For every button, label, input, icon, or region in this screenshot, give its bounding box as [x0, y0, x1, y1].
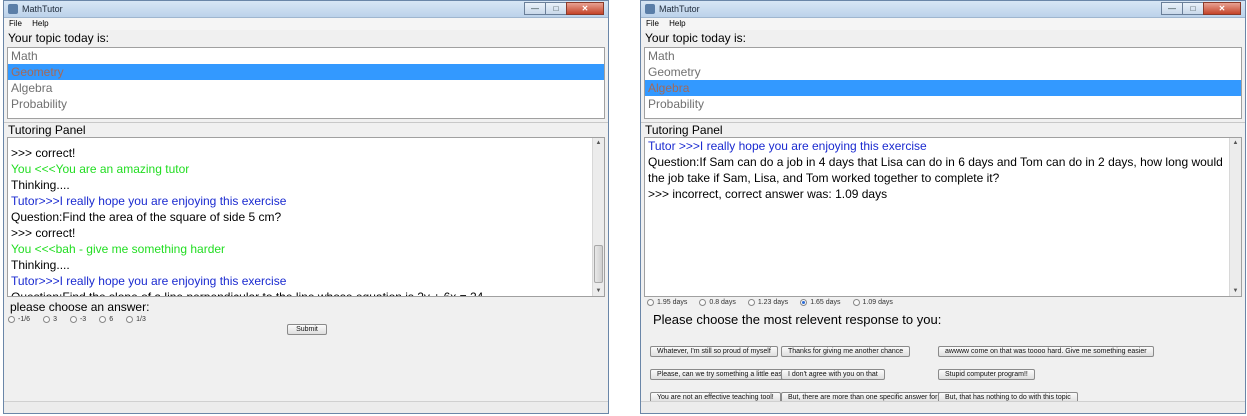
topic-item-geometry[interactable]: Geometry	[645, 64, 1241, 80]
chat-line-tutor: Tutor>>>I really hope you are enjoying t…	[11, 194, 287, 208]
topic-label: Your topic today is:	[645, 31, 746, 45]
response-button[interactable]: Thanks for giving me another chance	[781, 346, 911, 357]
app-icon	[645, 4, 655, 14]
chat-line-user: You <<<You are an amazing tutor	[11, 162, 190, 176]
radio-icon[interactable]	[699, 299, 707, 306]
topic-item-math[interactable]: Math	[8, 48, 604, 64]
radio-icon[interactable]	[99, 316, 107, 323]
window-title: MathTutor	[659, 4, 700, 14]
response-button[interactable]: I don't agree with you on that	[781, 369, 885, 380]
chat-line-tutor: Tutor >>>I really hope you are enjoying …	[648, 139, 927, 153]
answer-options: 1.95 days 0.8 days 1.23 days 1.65 days 1…	[641, 299, 1245, 306]
menu-file[interactable]: File	[646, 19, 659, 28]
app-icon	[8, 4, 18, 14]
mathtutor-window-left: MathTutor — □ ✕ File Help Your topic tod…	[3, 0, 609, 414]
chat-line-tutor: Tutor>>>I really hope you are enjoying t…	[11, 274, 287, 288]
chat-log[interactable]: >>> correct! You <<<You are an amazing t…	[7, 137, 605, 297]
menu-bar: File Help	[4, 18, 608, 30]
answer-option[interactable]: -3	[69, 316, 86, 323]
scroll-down-icon[interactable]: ▼	[593, 286, 604, 296]
submit-button[interactable]: Submit	[287, 324, 327, 335]
scroll-down-icon[interactable]: ▼	[1230, 286, 1241, 296]
mathtutor-window-right: MathTutor — □ ✕ File Help Your topic tod…	[640, 0, 1246, 414]
radio-icon[interactable]	[43, 316, 51, 323]
response-prompt: Please choose the most relevent response…	[653, 312, 942, 327]
answer-option[interactable]: 3	[43, 316, 57, 323]
chat-line-user: You <<<bah - give me something harder	[11, 242, 226, 256]
topic-item-math[interactable]: Math	[645, 48, 1241, 64]
minimize-icon[interactable]: —	[1161, 2, 1183, 15]
response-button[interactable]: Stupid computer program!!	[938, 369, 1035, 380]
status-bar	[641, 401, 1245, 413]
answer-option[interactable]: 1.95 days	[647, 299, 687, 306]
answer-option-selected[interactable]: 1.65 days	[800, 299, 841, 306]
radio-icon[interactable]	[852, 299, 860, 306]
chat-line-partial	[11, 138, 590, 145]
maximize-icon[interactable]: □	[545, 2, 567, 15]
answer-prompt: please choose an answer:	[10, 300, 150, 314]
menu-bar: File Help	[641, 18, 1245, 30]
radio-icon[interactable]	[747, 299, 755, 306]
answer-options: -1/6 3 -3 6 1/3	[4, 316, 608, 323]
radio-icon[interactable]	[647, 299, 654, 306]
close-icon[interactable]: ✕	[1203, 2, 1241, 15]
scroll-up-icon[interactable]: ▲	[1230, 138, 1241, 148]
answer-option[interactable]: 1/3	[126, 316, 146, 323]
tutoring-panel-label: Tutoring Panel	[4, 122, 608, 137]
topic-list[interactable]: Math Geometry Algebra Probability	[7, 47, 605, 119]
topic-label: Your topic today is:	[8, 31, 109, 45]
chat-scrollbar[interactable]: ▲ ▼	[592, 138, 604, 296]
topic-item-probability[interactable]: Probability	[8, 96, 604, 112]
title-bar: MathTutor — □ ✕	[4, 1, 608, 18]
chat-log[interactable]: Tutor >>>I really hope you are enjoying …	[644, 137, 1242, 297]
response-button[interactable]: Whatever, I'm still so proud of myself	[650, 346, 778, 357]
response-button[interactable]: awwww come on that was toooo hard. Give …	[938, 346, 1154, 357]
window-title: MathTutor	[22, 4, 63, 14]
scroll-up-icon[interactable]: ▲	[593, 138, 604, 148]
radio-icon[interactable]	[800, 299, 808, 306]
response-button[interactable]: Please, can we try something a little ea…	[650, 369, 801, 380]
chat-line: Question:Find the slope of a line perpen…	[11, 290, 487, 297]
tutoring-panel-label: Tutoring Panel	[641, 122, 1245, 137]
maximize-icon[interactable]: □	[1182, 2, 1204, 15]
chat-line: Question:If Sam can do a job in 4 days t…	[648, 155, 1223, 185]
topic-list[interactable]: Math Geometry Algebra Probability	[644, 47, 1242, 119]
chat-line: Question:Find the area of the square of …	[11, 210, 282, 224]
title-bar: MathTutor — □ ✕	[641, 1, 1245, 18]
close-icon[interactable]: ✕	[566, 2, 604, 15]
topic-item-probability[interactable]: Probability	[645, 96, 1241, 112]
answer-option[interactable]: 1.23 days	[747, 299, 788, 306]
radio-icon[interactable]	[8, 316, 15, 323]
answer-option[interactable]: 1.09 days	[852, 299, 893, 306]
radio-icon[interactable]	[126, 316, 134, 323]
chat-scrollbar[interactable]: ▲ ▼	[1229, 138, 1241, 296]
answer-option[interactable]: 6	[99, 316, 113, 323]
radio-icon[interactable]	[69, 316, 77, 323]
chat-line: >>> incorrect, correct answer was: 1.09 …	[648, 187, 888, 201]
answer-option[interactable]: 0.8 days	[699, 299, 736, 306]
chat-line: Thinking....	[11, 178, 70, 192]
answer-option[interactable]: -1/6	[8, 316, 30, 323]
menu-file[interactable]: File	[9, 19, 22, 28]
response-buttons: Whatever, I'm still so proud of myself T…	[650, 340, 1154, 404]
topic-item-algebra[interactable]: Algebra	[645, 80, 1241, 96]
scroll-thumb[interactable]	[594, 244, 603, 284]
chat-line: >>> correct!	[11, 226, 76, 240]
menu-help[interactable]: Help	[669, 19, 685, 28]
chat-line: Thinking....	[11, 258, 70, 272]
minimize-icon[interactable]: —	[524, 2, 546, 15]
chat-line: >>> correct!	[11, 146, 76, 160]
topic-item-algebra[interactable]: Algebra	[8, 80, 604, 96]
topic-item-geometry[interactable]: Geometry	[8, 64, 604, 80]
status-bar	[4, 401, 608, 413]
menu-help[interactable]: Help	[32, 19, 48, 28]
